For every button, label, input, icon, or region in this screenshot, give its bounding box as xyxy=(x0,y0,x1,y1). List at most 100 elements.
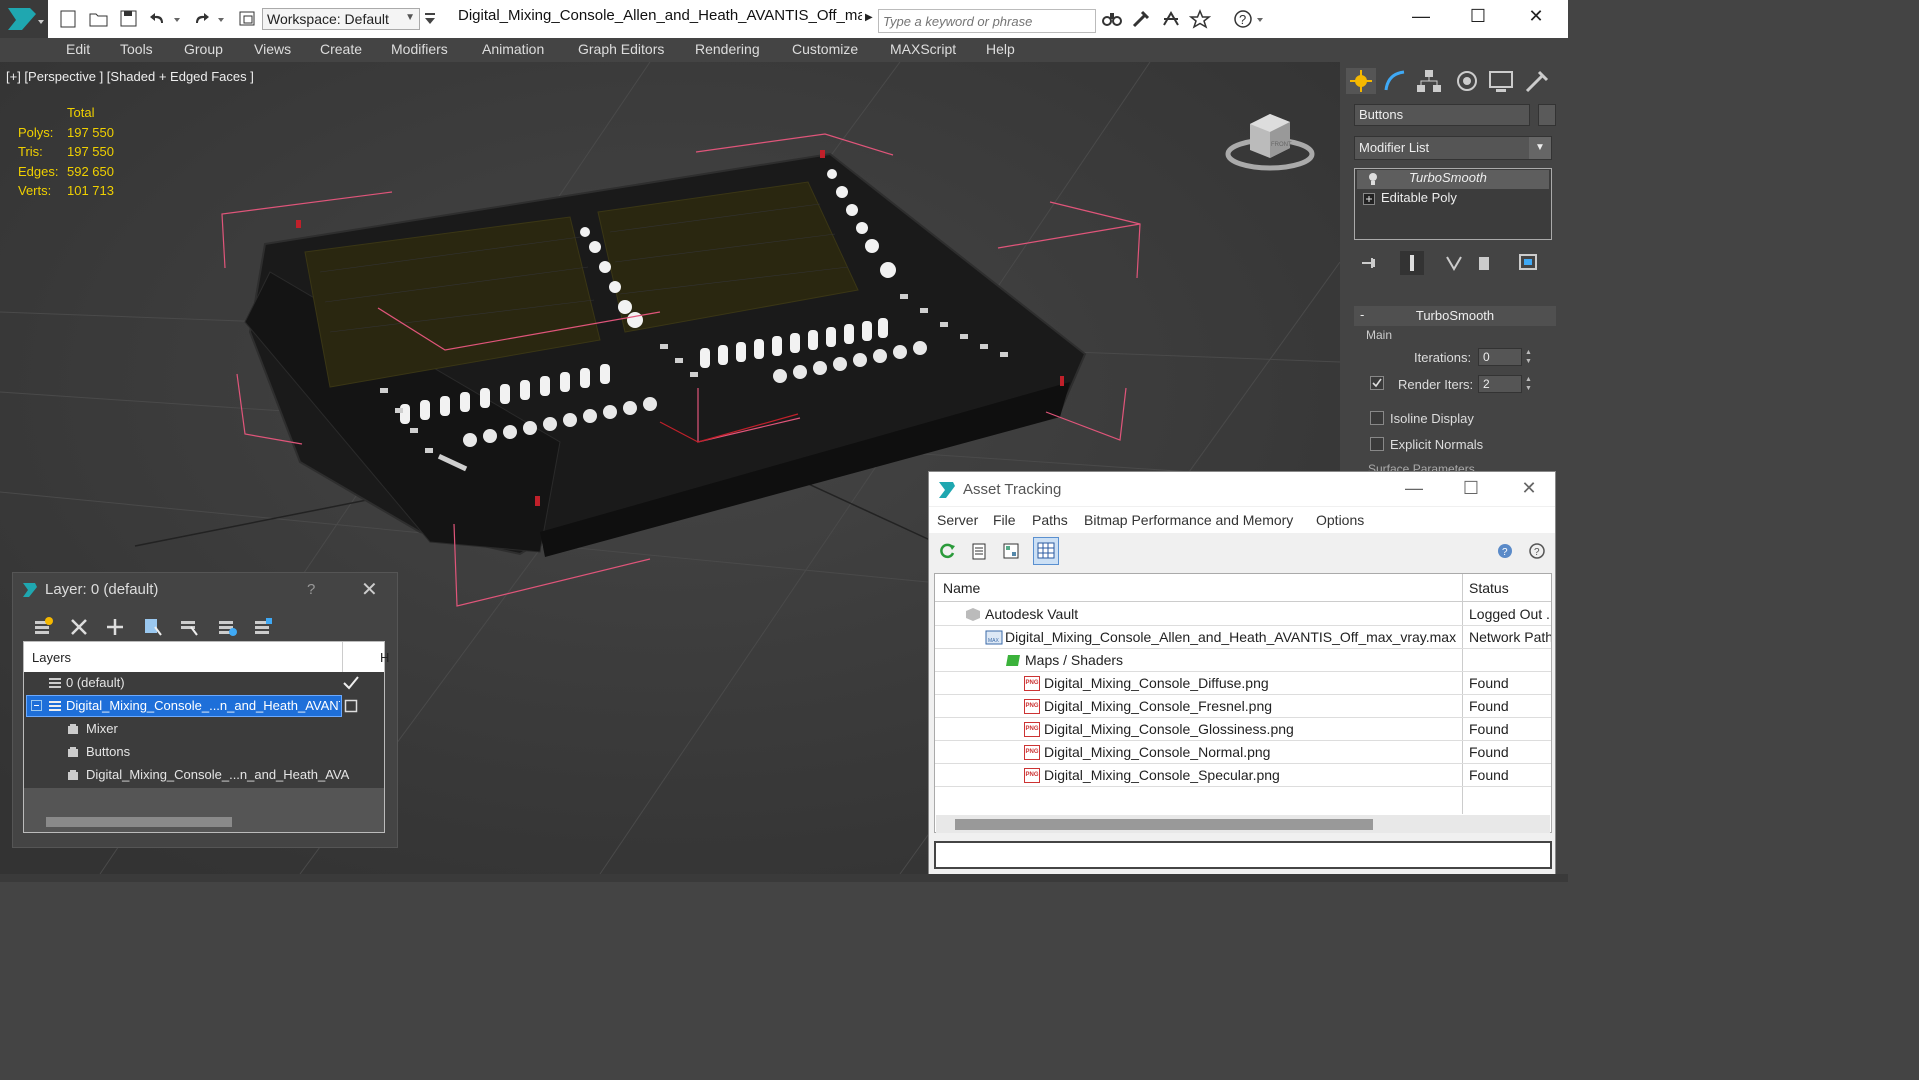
menu-create[interactable]: Create xyxy=(320,41,362,57)
menu-customize[interactable]: Customize xyxy=(792,41,858,57)
column-header-status[interactable]: Status xyxy=(1469,580,1509,596)
refresh-icon[interactable] xyxy=(937,541,957,561)
workspace-menu-icon[interactable] xyxy=(423,9,437,29)
app-logo-icon[interactable] xyxy=(0,0,48,38)
make-unique-icon[interactable] xyxy=(1442,251,1466,275)
search-input[interactable] xyxy=(878,9,1096,33)
checkmark-icon[interactable] xyxy=(342,675,360,691)
horizontal-scrollbar[interactable] xyxy=(46,817,232,827)
close-button[interactable]: ✕ xyxy=(361,577,378,602)
column-divider[interactable] xyxy=(342,642,343,672)
spinner-arrows-icon[interactable]: ▲ ▼ xyxy=(1525,375,1535,393)
configure-modifier-sets-icon[interactable] xyxy=(1516,251,1540,275)
modifier-list-dropdown[interactable]: Modifier List ▼ xyxy=(1354,136,1552,160)
delete-icon[interactable] xyxy=(67,615,91,639)
menu-server[interactable]: Server xyxy=(937,512,978,528)
layer-row-console[interactable]: Digital_Mixing_Console_...n_and_Heath_AV… xyxy=(24,695,384,718)
add-icon[interactable] xyxy=(103,615,127,639)
menu-views[interactable]: Views xyxy=(254,41,291,57)
layer-row-console-object[interactable]: Digital_Mixing_Console_...n_and_Heath_AV… xyxy=(24,764,384,787)
menu-options[interactable]: Options xyxy=(1316,512,1364,528)
layer-properties-icon[interactable] xyxy=(251,615,275,639)
help-icon[interactable]: ? xyxy=(1233,9,1263,29)
remove-modifier-icon[interactable] xyxy=(1472,251,1496,275)
layer-hide-toggle-icon[interactable] xyxy=(344,699,358,713)
minimize-button[interactable]: — xyxy=(1401,6,1441,30)
asset-row[interactable]: PNG Digital_Mixing_Console_Diffuse.png F… xyxy=(935,672,1551,695)
context-help-icon[interactable]: ? xyxy=(1527,541,1547,561)
save-icon[interactable] xyxy=(118,9,140,29)
binoculars-icon[interactable] xyxy=(1101,9,1123,29)
turbosmooth-rollout-header[interactable]: - TurboSmooth xyxy=(1354,306,1556,326)
sign-in-icon[interactable] xyxy=(1160,9,1182,29)
object-name-field[interactable]: Buttons xyxy=(1354,104,1530,126)
menu-maxscript[interactable]: MAXScript xyxy=(890,41,956,57)
modify-tab-icon[interactable] xyxy=(1380,68,1410,94)
utilities-tab-icon[interactable] xyxy=(1522,68,1552,94)
menu-file[interactable]: File xyxy=(993,512,1016,528)
display-tab-icon[interactable] xyxy=(1486,68,1516,94)
column-header-name[interactable]: Name xyxy=(943,580,980,596)
pin-stack-icon[interactable] xyxy=(1358,251,1382,275)
expand-plus-icon[interactable] xyxy=(1363,193,1375,208)
maximize-button[interactable]: ☐ xyxy=(1456,478,1486,499)
table-view-icon[interactable] xyxy=(1033,537,1059,565)
isoline-display-checkbox[interactable] xyxy=(1370,411,1384,425)
object-color-swatch[interactable] xyxy=(1538,104,1556,126)
layer-row-mixer[interactable]: Mixer xyxy=(24,718,384,741)
show-end-result-icon[interactable] xyxy=(1400,251,1424,275)
lightbulb-icon[interactable] xyxy=(1367,172,1379,189)
project-folder-icon[interactable] xyxy=(236,9,258,29)
select-objects-icon[interactable] xyxy=(141,615,165,639)
asset-row[interactable]: MAX Digital_Mixing_Console_Allen_and_Hea… xyxy=(935,626,1551,649)
help-button[interactable]: ? xyxy=(307,581,315,598)
menu-edit[interactable]: Edit xyxy=(66,41,90,57)
thumbnail-view-icon[interactable] xyxy=(1001,541,1021,561)
asset-row[interactable]: PNG Digital_Mixing_Console_Glossiness.pn… xyxy=(935,718,1551,741)
redo-icon[interactable] xyxy=(190,9,212,29)
redo-dropdown-icon[interactable] xyxy=(216,9,226,29)
list-view-icon[interactable] xyxy=(969,541,989,561)
asset-row[interactable]: Maps / Shaders xyxy=(935,649,1551,672)
layer-row-default[interactable]: 0 (default) xyxy=(24,672,384,695)
asset-row[interactable]: Autodesk Vault Logged Out ... xyxy=(935,603,1551,626)
layers-column-header[interactable]: Layers H xyxy=(24,642,389,672)
rollout-collapse-icon[interactable]: - xyxy=(1360,307,1364,322)
close-button[interactable]: ✕ xyxy=(1514,478,1544,499)
menu-tools[interactable]: Tools xyxy=(120,41,153,57)
asset-path-field[interactable] xyxy=(934,841,1552,869)
motion-tab-icon[interactable] xyxy=(1452,68,1482,94)
asset-row[interactable]: PNG Digital_Mixing_Console_Normal.png Fo… xyxy=(935,741,1551,764)
explicit-normals-checkbox[interactable] xyxy=(1370,437,1384,451)
new-layer-icon[interactable] xyxy=(31,615,55,639)
workspace-dropdown[interactable]: Workspace: Default ▼ xyxy=(262,8,420,30)
collapse-minus-icon[interactable] xyxy=(30,699,44,713)
select-layer-icon[interactable] xyxy=(177,615,201,639)
iterations-spinner[interactable]: 0 xyxy=(1478,348,1522,366)
open-folder-icon[interactable] xyxy=(88,9,110,29)
star-icon[interactable] xyxy=(1188,9,1212,29)
render-iters-checkbox[interactable] xyxy=(1370,376,1384,390)
asset-row[interactable]: PNG Digital_Mixing_Console_Specular.png … xyxy=(935,764,1551,787)
expand-arrow-icon[interactable]: ▶ xyxy=(865,12,873,23)
menu-animation[interactable]: Animation xyxy=(482,41,544,57)
minimize-button[interactable]: — xyxy=(1399,478,1429,499)
stack-item-editable-poly[interactable]: Editable Poly xyxy=(1357,190,1549,209)
undo-icon[interactable] xyxy=(147,9,169,29)
menu-help[interactable]: Help xyxy=(986,41,1015,57)
help-icon[interactable]: ? xyxy=(1495,541,1515,561)
undo-dropdown-icon[interactable] xyxy=(172,9,182,29)
maximize-button[interactable]: ☐ xyxy=(1458,6,1498,30)
spinner-arrows-icon[interactable]: ▲ ▼ xyxy=(1525,348,1535,366)
menu-bitmap-performance[interactable]: Bitmap Performance and Memory xyxy=(1084,512,1293,528)
menu-group[interactable]: Group xyxy=(184,41,223,57)
viewcube[interactable]: FRONT xyxy=(1222,104,1318,179)
menu-modifiers[interactable]: Modifiers xyxy=(391,41,448,57)
viewport-label[interactable]: [+] [Perspective ] [Shaded + Edged Faces… xyxy=(6,69,254,84)
layer-row-buttons[interactable]: Buttons xyxy=(24,741,384,764)
asset-row[interactable]: PNG Digital_Mixing_Console_Fresnel.png F… xyxy=(935,695,1551,718)
set-current-layer-icon[interactable] xyxy=(215,615,239,639)
hierarchy-tab-icon[interactable] xyxy=(1414,68,1444,94)
tools-icon[interactable] xyxy=(1130,9,1152,29)
close-button[interactable]: ✕ xyxy=(1516,6,1556,30)
